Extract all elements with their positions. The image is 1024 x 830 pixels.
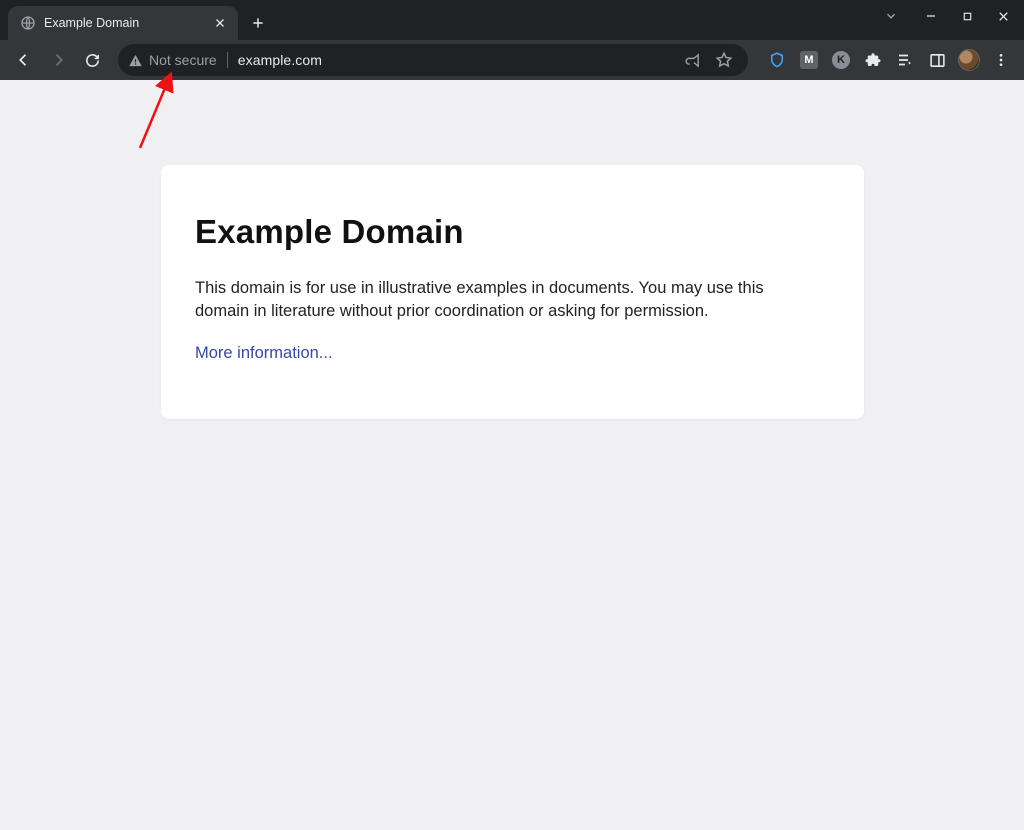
extensions-puzzle-icon[interactable] <box>858 45 888 75</box>
profile-avatar[interactable] <box>954 45 984 75</box>
window-controls <box>870 0 1024 32</box>
window-close-icon[interactable] <box>996 9 1010 23</box>
page-paragraph: This domain is for use in illustrative e… <box>195 277 795 324</box>
extension-row: M K <box>762 45 1016 75</box>
browser-chrome: Example Domain <box>0 0 1024 80</box>
extension-playlist-icon[interactable] <box>890 45 920 75</box>
nav-forward-button[interactable] <box>42 44 74 76</box>
window-minimize-icon[interactable] <box>924 9 938 23</box>
omnibox[interactable]: Not secure example.com <box>118 44 748 76</box>
page-viewport: Example Domain This domain is for use in… <box>0 80 1024 830</box>
globe-icon <box>20 15 36 31</box>
extension-k-icon[interactable]: K <box>826 45 856 75</box>
title-bar: Example Domain <box>0 0 1024 40</box>
share-icon[interactable] <box>678 46 706 74</box>
extension-brave-shield-icon[interactable] <box>762 45 792 75</box>
url-text: example.com <box>238 52 678 68</box>
page-heading: Example Domain <box>195 213 830 251</box>
annotation-arrow-icon <box>130 68 190 158</box>
extension-gmail-icon[interactable]: M <box>794 45 824 75</box>
nav-reload-button[interactable] <box>76 44 108 76</box>
omnibox-separator <box>227 52 228 68</box>
close-tab-icon[interactable] <box>212 15 228 31</box>
new-tab-button[interactable] <box>244 9 272 37</box>
browser-tab[interactable]: Example Domain <box>8 6 238 40</box>
bookmark-star-icon[interactable] <box>710 46 738 74</box>
nav-back-button[interactable] <box>8 44 40 76</box>
security-label: Not secure <box>149 52 217 68</box>
tab-title: Example Domain <box>44 16 204 30</box>
tab-search-caret-icon[interactable] <box>884 9 898 23</box>
toolbar: Not secure example.com M K <box>0 40 1024 80</box>
content-card: Example Domain This domain is for use in… <box>161 165 864 419</box>
not-secure-warning-icon[interactable] <box>128 53 143 68</box>
side-panel-icon[interactable] <box>922 45 952 75</box>
chrome-menu-icon[interactable] <box>986 45 1016 75</box>
more-information-link[interactable]: More information... <box>195 344 333 362</box>
window-maximize-icon[interactable] <box>960 9 974 23</box>
